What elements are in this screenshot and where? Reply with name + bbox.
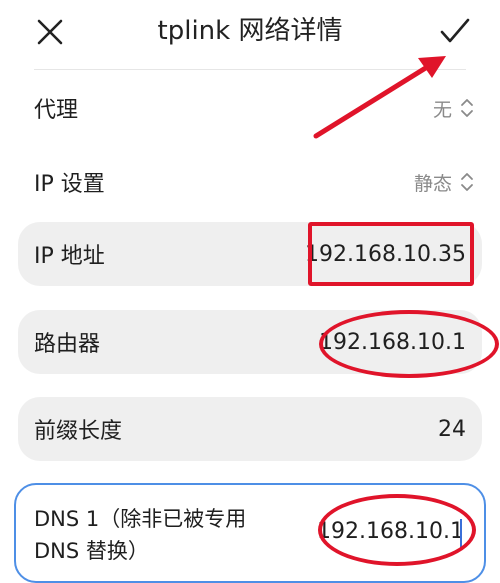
page-title: tplink 网络详情: [157, 16, 343, 46]
router-label: 路由器: [34, 332, 101, 357]
proxy-label: 代理: [34, 98, 79, 123]
proxy-value: 无: [432, 98, 452, 121]
prefix-length-field[interactable]: 前缀长度 24: [18, 397, 482, 461]
ip-address-label: IP 地址: [34, 244, 105, 269]
top-bar: tplink 网络详情: [0, 0, 500, 66]
chevron-updown-icon: [461, 99, 473, 117]
highlight-oval-router: [319, 310, 499, 378]
highlight-oval-dns: [318, 494, 476, 566]
ip-settings-selector[interactable]: 静态: [414, 169, 474, 196]
confirm-button[interactable]: [432, 8, 478, 54]
header-divider: [34, 69, 466, 70]
checkmark-icon: [440, 18, 470, 43]
proxy-selector[interactable]: 无: [433, 95, 474, 122]
prefix-length-label: 前缀长度: [34, 419, 123, 444]
prefix-length-value[interactable]: 24: [438, 417, 466, 442]
chevron-updown-icon: [461, 173, 473, 191]
dns1-label: DNS 1（除非已被专用 DNS 替换）: [34, 507, 247, 563]
ip-settings-row[interactable]: IP 设置 静态: [34, 158, 474, 206]
proxy-row[interactable]: 代理 无: [34, 84, 474, 132]
ip-settings-label: IP 设置: [34, 172, 105, 197]
highlight-box-ip: [308, 222, 474, 286]
ip-settings-value: 静态: [413, 172, 452, 195]
